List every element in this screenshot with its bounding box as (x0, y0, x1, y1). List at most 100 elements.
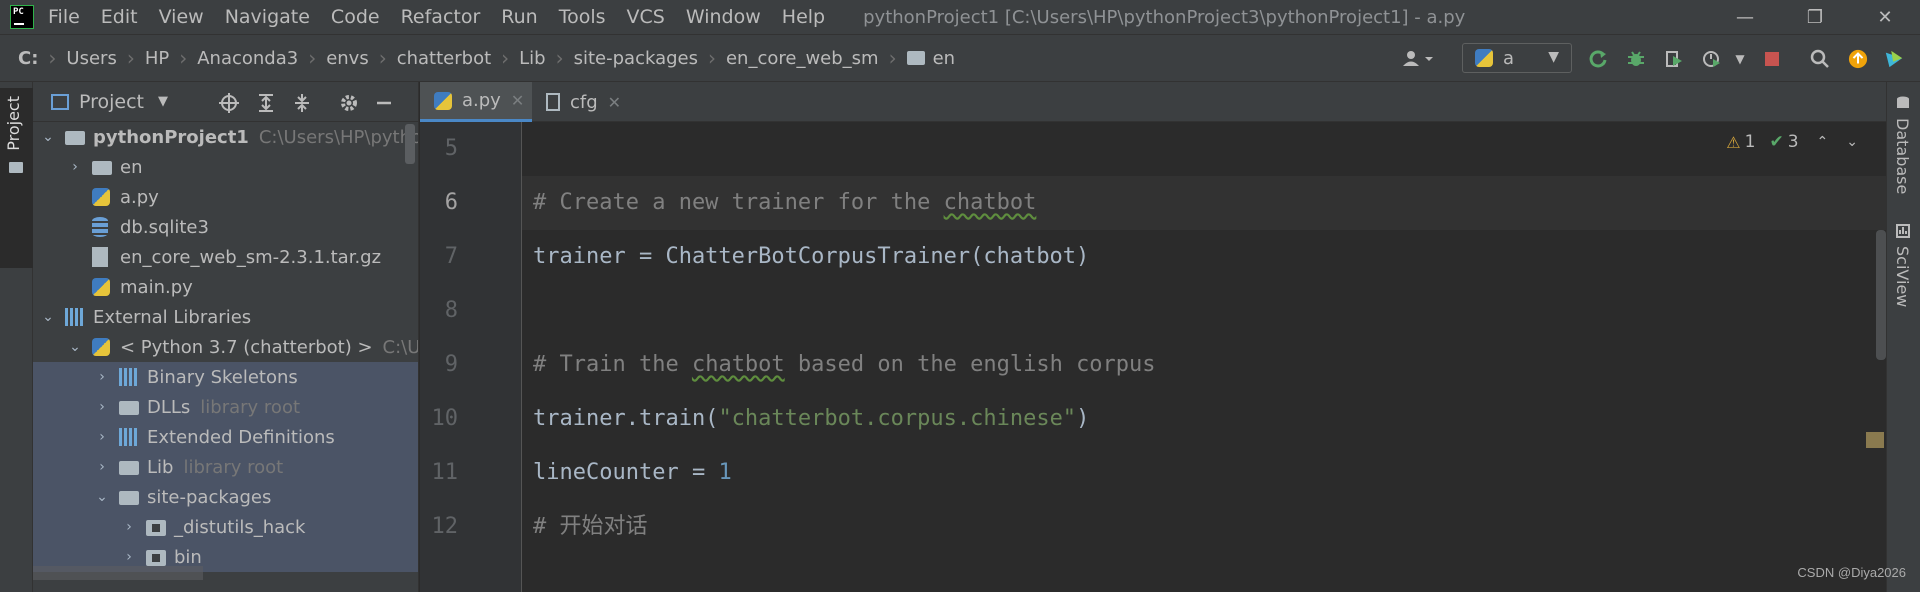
tree-item[interactable]: main.py (33, 272, 418, 302)
menu-run[interactable]: Run (501, 6, 537, 28)
stop-icon[interactable] (1762, 49, 1782, 69)
tree-item[interactable]: en_core_web_sm-2.3.1.tar.gz (33, 242, 418, 272)
breadcrumb-item-current[interactable]: en (906, 48, 955, 69)
menu-vcs[interactable]: VCS (627, 6, 665, 28)
chevron-down-icon[interactable]: ⌄ (41, 129, 55, 145)
pycharm-logo-icon: PC (10, 5, 34, 29)
line-number-gutter[interactable]: 5 6 7 8 9 10 11 12 (420, 122, 522, 592)
tree-item[interactable]: ⌄ site-packages (33, 482, 418, 512)
tree-item[interactable]: › Extended Definitions (33, 422, 418, 452)
sciview-tool-tab[interactable]: SciView (1893, 246, 1912, 307)
folder-icon (65, 131, 85, 145)
tree-item[interactable]: a.py (33, 182, 418, 212)
tree-item[interactable]: › en (33, 152, 418, 182)
code-line[interactable]: # Create a new trainer for the chatbot (533, 176, 1036, 230)
editor-scrollbar[interactable] (1876, 230, 1886, 360)
project-tool-tab[interactable]: Project (0, 88, 33, 268)
chevron-right-icon[interactable]: › (68, 159, 82, 175)
breadcrumb-item[interactable]: chatterbot (397, 48, 491, 69)
tree-item[interactable]: ⌄ < Python 3.7 (chatterbot) > C:\Users\HP\… (33, 332, 418, 362)
breadcrumb-separator-icon: › (707, 46, 716, 70)
menu-code[interactable]: Code (331, 6, 380, 28)
chevron-right-icon[interactable]: › (95, 399, 109, 415)
chevron-right-icon[interactable]: › (122, 519, 136, 535)
code-line[interactable]: lineCounter = 1 (533, 446, 732, 500)
breadcrumb-item[interactable]: HP (145, 48, 169, 69)
code-comment-typo: chatbot (691, 352, 785, 377)
menu-refactor[interactable]: Refactor (401, 6, 481, 28)
run-with-coverage-icon[interactable] (1664, 49, 1684, 69)
menu-help[interactable]: Help (782, 6, 825, 28)
previous-highlight-icon[interactable]: ⌃ (1817, 134, 1829, 150)
close-tab-icon[interactable]: ✕ (511, 91, 524, 110)
search-icon[interactable] (1810, 49, 1830, 69)
chevron-right-icon[interactable]: › (95, 369, 109, 385)
tree-item-text: Lib (147, 456, 174, 478)
menu-view[interactable]: View (159, 6, 204, 28)
locate-file-icon[interactable] (218, 92, 240, 114)
project-panel-scrollbar[interactable] (405, 124, 415, 164)
tree-item-label: < Python 3.7 (chatterbot) > C:\Users\HP\A… (120, 337, 418, 358)
database-tool-tab[interactable]: Database (1893, 118, 1912, 194)
chevron-right-icon[interactable]: › (95, 459, 109, 475)
project-panel-title[interactable]: Project (79, 91, 144, 113)
menu-tools[interactable]: Tools (559, 6, 606, 28)
code-line[interactable]: # Train the chatbot based on the english… (533, 338, 1156, 392)
minimize-button[interactable]: — (1715, 0, 1775, 34)
chevron-right-icon[interactable]: › (95, 429, 109, 445)
update-icon[interactable] (1848, 49, 1868, 69)
python-file-icon (92, 188, 110, 206)
tree-item-label: Extended Definitions (147, 427, 335, 448)
error-stripe-marker[interactable] (1866, 432, 1884, 448)
menu-navigate[interactable]: Navigate (225, 6, 310, 28)
tab-a-py[interactable]: a.py ✕ (420, 82, 532, 122)
menu-edit[interactable]: Edit (101, 6, 138, 28)
code-line[interactable]: trainer = ChatterBotCorpusTrainer(chatbo… (533, 230, 1089, 284)
collapse-all-icon[interactable] (291, 92, 313, 114)
breadcrumb-item[interactable]: Anaconda3 (197, 48, 298, 69)
expand-all-icon[interactable] (255, 92, 277, 114)
tree-item[interactable]: ⌄ pythonProject1 C:\Users\HP\pythonProject… (33, 122, 418, 152)
breadcrumb-item[interactable]: site-packages (574, 48, 698, 69)
menu-file[interactable]: File (48, 6, 80, 28)
tab-cfg[interactable]: cfg ✕ (532, 82, 632, 122)
restore-button[interactable]: ❐ (1785, 0, 1845, 34)
breadcrumb-item[interactable]: Lib (519, 48, 545, 69)
code-line[interactable]: trainer.train("chatterbot.corpus.chinese… (533, 392, 1089, 446)
tree-item[interactable]: › DLLs library root (33, 392, 418, 422)
project-panel: Project ▼ ⌄ pythonProject1 C:\Users\HP\pyt… (33, 82, 419, 592)
code-line[interactable]: # 开始对话 (533, 500, 648, 554)
code-area[interactable]: # Create a new trainer for the chatbot t… (523, 122, 1871, 592)
chevron-right-icon[interactable]: › (122, 549, 136, 565)
tree-item[interactable]: › Lib library root (33, 452, 418, 482)
run-configuration-select[interactable]: a ▼ (1462, 43, 1572, 73)
menu-window[interactable]: Window (686, 6, 761, 28)
chevron-down-icon[interactable]: ▼ (158, 94, 168, 109)
jetbrains-plugin-icon[interactable] (1884, 49, 1904, 69)
tree-item[interactable]: ⌄ External Libraries (33, 302, 418, 332)
tree-item[interactable]: › Binary Skeletons (33, 362, 418, 392)
next-highlight-icon[interactable]: ⌄ (1846, 134, 1858, 150)
chevron-down-icon[interactable]: ⌄ (41, 309, 55, 325)
gear-icon[interactable] (338, 92, 360, 114)
close-tab-icon[interactable]: ✕ (608, 93, 621, 112)
breadcrumb-item[interactable]: envs (326, 48, 369, 69)
breadcrumb-item[interactable]: en_core_web_sm (726, 48, 879, 69)
tree-item[interactable]: › _distutils_hack (33, 512, 418, 542)
inspection-widget[interactable]: ⚠ 1 ✔ 3 ⌃ ⌄ (1726, 132, 1858, 152)
breadcrumb-item[interactable]: Users (66, 48, 116, 69)
hide-panel-icon[interactable] (373, 92, 395, 114)
close-window-button[interactable]: ✕ (1855, 0, 1915, 34)
more-run-options-chevron-icon[interactable]: ▼ (1730, 49, 1750, 69)
user-account-icon[interactable] (1400, 49, 1438, 69)
project-panel-horizontal-scrollbar[interactable] (33, 566, 203, 580)
profile-icon[interactable] (1702, 49, 1722, 69)
tab-label: cfg (570, 91, 598, 113)
chevron-down-icon[interactable]: ⌄ (95, 489, 109, 505)
project-view-icon (51, 93, 69, 110)
tree-item[interactable]: db.sqlite3 (33, 212, 418, 242)
rerun-icon[interactable] (1588, 49, 1608, 69)
chevron-down-icon[interactable]: ⌄ (68, 339, 82, 355)
debug-icon[interactable] (1626, 49, 1646, 69)
breadcrumb-item[interactable]: C: (18, 48, 38, 69)
